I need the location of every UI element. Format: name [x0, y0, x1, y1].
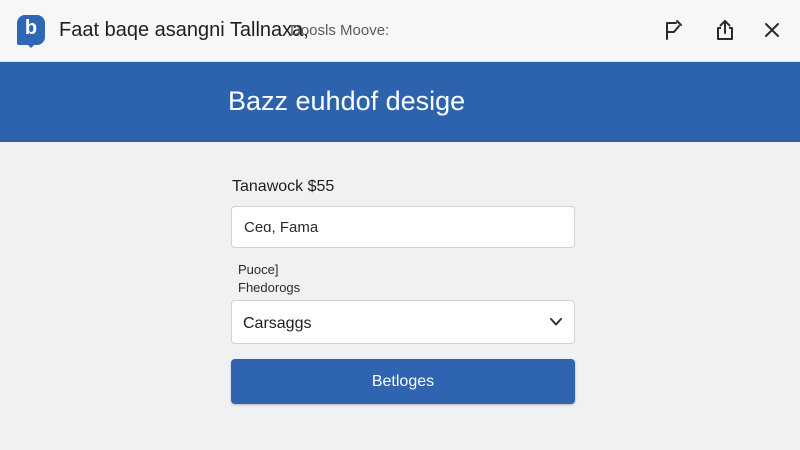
- app-logo-icon: b: [17, 15, 45, 48]
- chevron-down-icon: [550, 318, 562, 326]
- share-icon: [717, 20, 733, 40]
- title-bar: b Faat baqe asangni Tallnaxa, Doosls Moo…: [0, 0, 800, 62]
- app-logo-letter: b: [24, 17, 38, 39]
- category-select[interactable]: Carsaggs: [231, 300, 575, 344]
- page-title: Bazz euhdof desige: [228, 86, 466, 116]
- pin-button[interactable]: [657, 14, 689, 46]
- header-band: Bazz euhdof desige: [0, 62, 800, 142]
- form-label: Tanawock $55: [232, 178, 335, 195]
- window-title: Faat baqe asangni Tallnaxa,: [59, 19, 309, 41]
- name-input[interactable]: [231, 206, 575, 248]
- close-button[interactable]: [756, 14, 788, 46]
- hint-text-secondary: Fhedorogs: [238, 280, 301, 295]
- pin-icon: [666, 20, 682, 40]
- select-value: Carsaggs: [243, 315, 312, 332]
- share-button[interactable]: [709, 14, 741, 46]
- hint-text-primary: Puoce]: [238, 262, 279, 277]
- close-icon: [765, 23, 779, 37]
- window-subtitle: Doosls Moove:: [290, 22, 390, 39]
- submit-button[interactable]: Betloges: [231, 359, 575, 404]
